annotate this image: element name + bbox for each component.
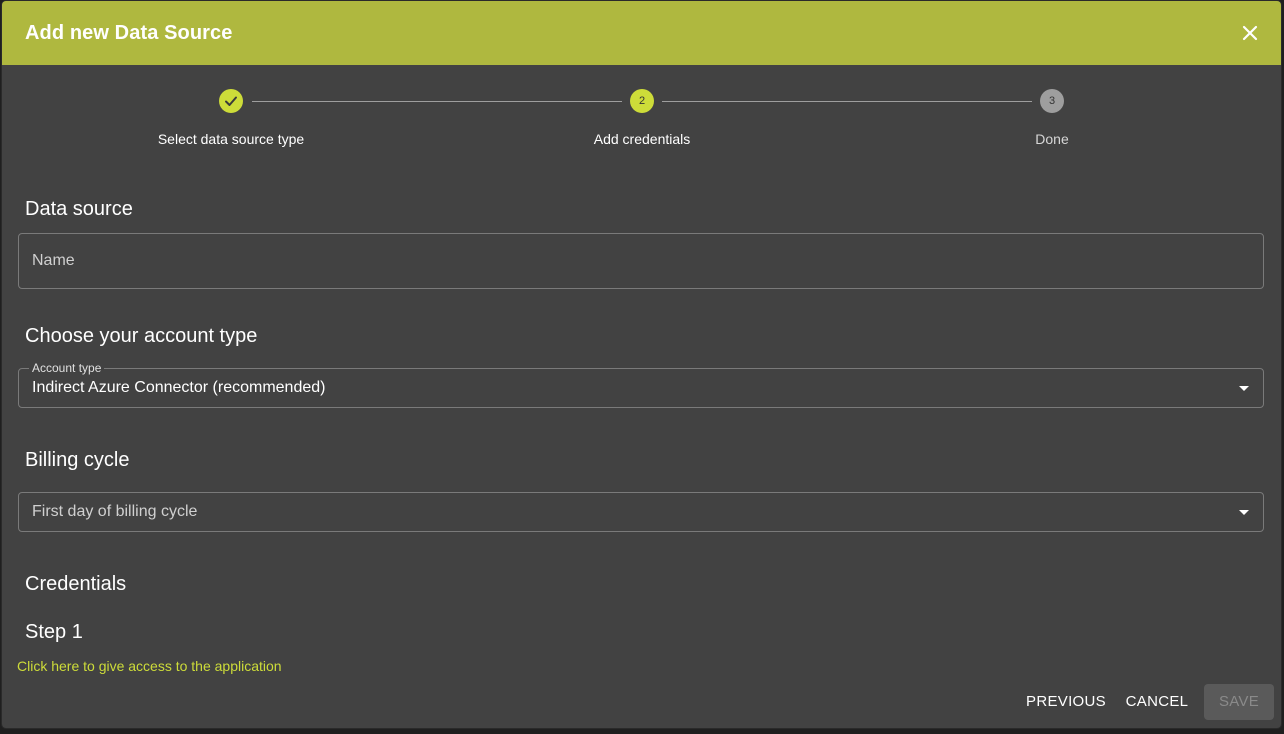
step-label-select-type: Select data source type [157, 131, 305, 147]
stepper-connector [662, 101, 1032, 102]
step-completed-check-icon [219, 89, 243, 113]
step-label-done: Done [1035, 131, 1069, 147]
account-type-label: Account type [29, 361, 105, 375]
step-number-2: 2 [630, 89, 654, 113]
name-input[interactable]: Name [18, 233, 1264, 289]
account-type-heading: Choose your account type [25, 325, 258, 347]
step-number-3: 3 [1040, 89, 1064, 113]
dialog-title: Add new Data Source [25, 22, 233, 44]
dropdown-arrow-icon [1239, 510, 1249, 515]
name-placeholder: Name [32, 252, 75, 269]
billing-cycle-select[interactable]: First day of billing cycle [18, 492, 1264, 532]
dialog-header: Add new Data Source [2, 1, 1281, 65]
step-label-add-credentials: Add credentials [593, 131, 691, 147]
give-access-link[interactable]: Click here to give access to the applica… [17, 658, 282, 674]
billing-cycle-heading: Billing cycle [25, 449, 130, 471]
add-data-source-dialog: Add new Data Source Select data source t… [2, 1, 1281, 728]
data-source-heading: Data source [25, 198, 133, 220]
billing-cycle-placeholder: First day of billing cycle [32, 503, 198, 520]
dropdown-arrow-icon [1239, 386, 1249, 391]
cancel-button[interactable]: CANCEL [1120, 684, 1194, 720]
previous-button[interactable]: PREVIOUS [1020, 684, 1112, 720]
account-type-select[interactable]: Account type Indirect Azure Connector (r… [18, 361, 1264, 408]
save-button[interactable]: SAVE [1204, 684, 1274, 720]
credentials-heading: Credentials [25, 573, 127, 595]
close-icon[interactable] [1238, 21, 1262, 45]
stepper-connector [252, 101, 622, 102]
account-type-value: Indirect Azure Connector (recommended) [32, 379, 326, 396]
step-1-heading: Step 1 [25, 621, 83, 643]
